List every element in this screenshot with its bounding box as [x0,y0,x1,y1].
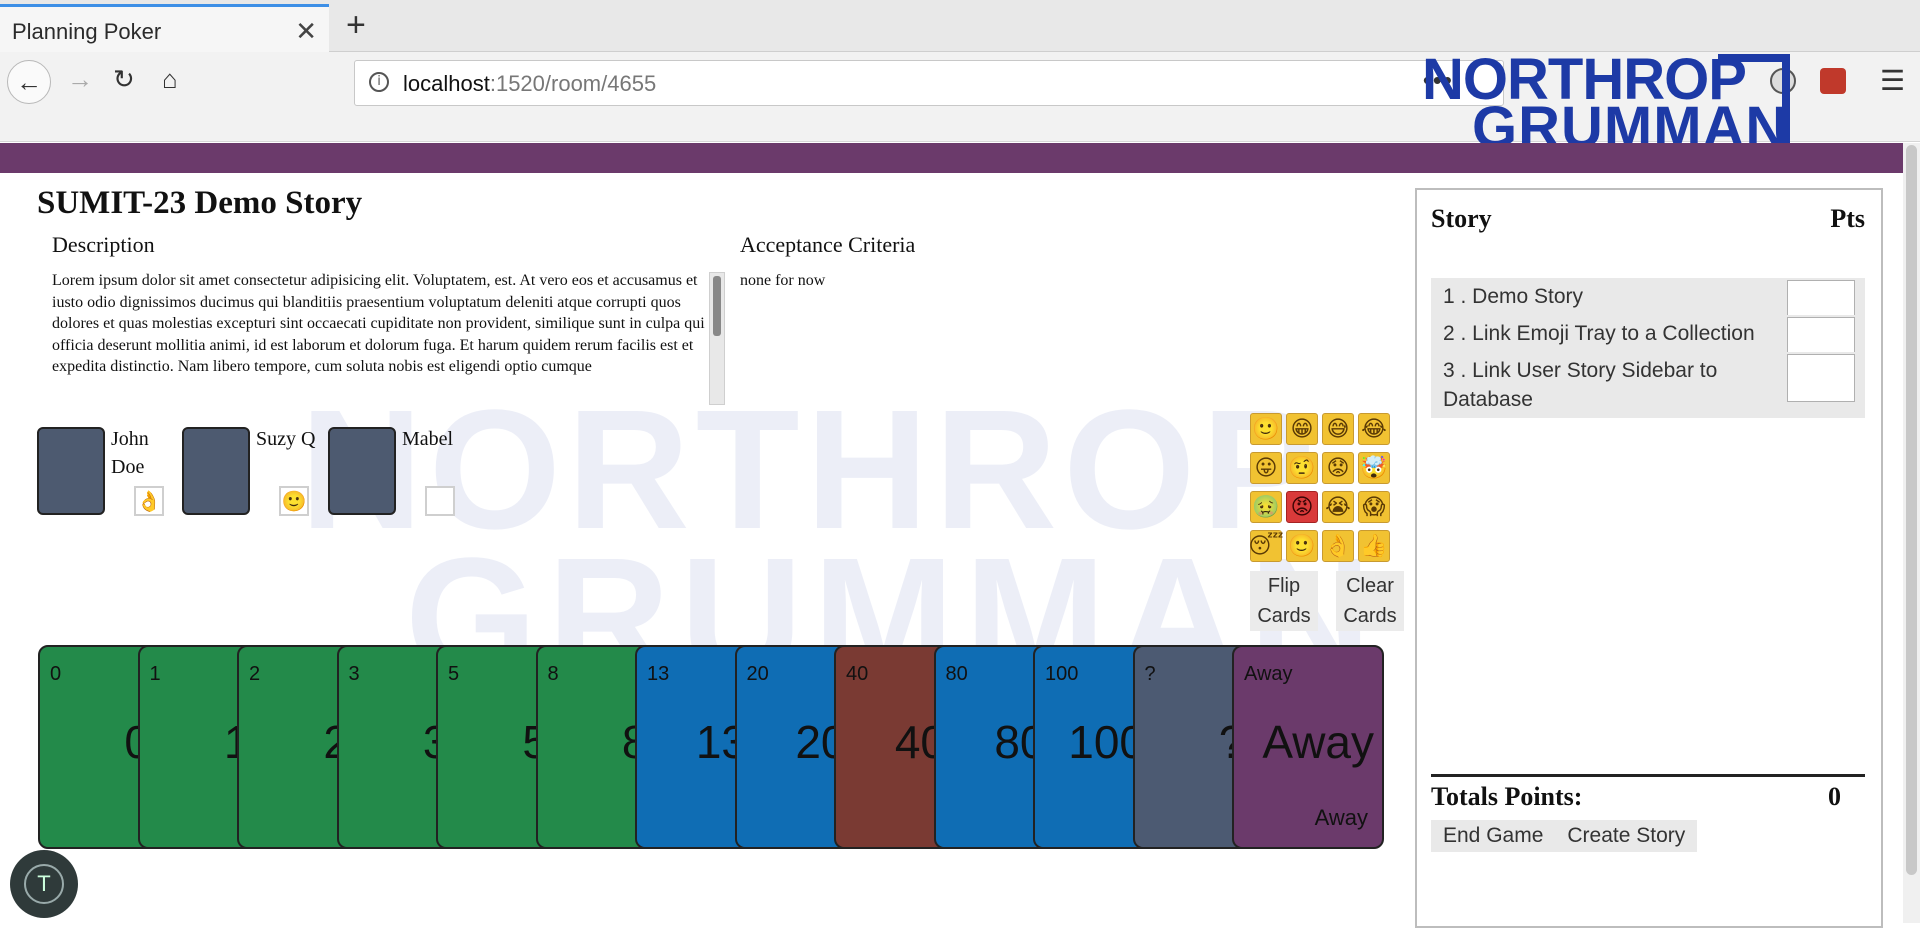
sidebar-pts-heading: Pts [1830,204,1865,233]
description-scrollbar[interactable] [709,272,725,405]
card-value: Away [1262,716,1374,768]
clear-cards-button[interactable]: Clear Cards [1336,571,1404,631]
app-header-bar [0,143,1920,173]
player-seat: Mabel [328,427,468,527]
card-corner-label: 1 [149,663,161,685]
url-host: localhost [403,71,490,96]
card-corner-label: 40 [846,663,869,685]
story-list-item[interactable]: 3 . Link User Story Sidebar to Database [1431,352,1865,418]
card-corner-label: 80 [945,663,968,685]
reload-icon[interactable]: ↻ [113,64,135,95]
sob-emoji-icon[interactable]: 😭 [1322,491,1354,523]
card-corner-label: 5 [448,663,460,685]
card-corner-label: 3 [348,663,360,685]
flip-cards-button[interactable]: Flip Cards [1250,571,1318,631]
story-sidebar: Story Pts 1 . Demo Story 2 . Link Emoji … [1415,188,1883,928]
raised-eyebrow-emoji-icon[interactable]: 🤨 [1286,452,1318,484]
card-corner-label: 13 [647,663,670,685]
card-corner-label: Away [1244,663,1293,685]
card-corner-label: 100 [1045,663,1079,685]
page-scrollbar[interactable] [1903,143,1920,923]
menu-icon[interactable]: ☰ [1880,64,1905,97]
browser-tab-bar: Planning Poker ✕ + [0,0,1920,52]
url-text[interactable]: localhost:1520/room/4655 [403,71,656,97]
northrop-grumman-logo: NORTHROP GRUMMAN [1418,50,1790,158]
worried-emoji-icon[interactable]: 😟 [1322,452,1354,484]
card-corner-label: 0 [50,663,62,685]
player-name: Mabel [402,428,454,450]
ok-hand-icon: 👌 [134,486,164,516]
player-name: Suzy Q [256,428,316,450]
back-arrow-icon[interactable]: ← [7,60,51,104]
sleeping-emoji-icon[interactable]: 😴 [1248,530,1284,562]
card-corner-label: ? [1144,663,1156,685]
card-corner-label: 8 [547,663,559,685]
description-scroll-thumb[interactable] [713,276,721,336]
story-label: 2 . Link Emoji Tray to a Collection [1443,322,1755,345]
scrollbar-thumb[interactable] [1906,145,1917,875]
sidebar-actions: End Game Create Story [1431,820,1698,852]
sidebar-story-heading: Story [1431,204,1492,233]
emoji-tray: 🙂 😁 😅 😂 😛 🤨 😟 🤯 🤢 😡 😭 😱 😴 🙂 👌 👍 [1248,413,1394,567]
end-game-button[interactable]: End Game [1431,820,1555,852]
story-list: 1 . Demo Story 2 . Link Emoji Tray to a … [1431,278,1865,418]
exploding-head-emoji-icon[interactable]: 🤯 [1358,452,1390,484]
logo-bar-top [1718,54,1790,62]
story-label: 1 . Demo Story [1443,285,1584,308]
player-card [37,427,105,515]
new-tab-icon[interactable]: + [346,6,366,45]
extension-icon[interactable] [1820,68,1846,94]
home-icon[interactable]: ⌂ [162,64,178,95]
info-icon[interactable]: i [369,72,389,92]
sweat-smile-emoji-icon[interactable]: 😅 [1322,413,1354,445]
description-heading: Description [52,232,155,257]
card-bottom-label: Away [1314,805,1368,830]
logo-bar-vertical [1782,54,1790,150]
smile-icon: 🙂 [279,486,309,516]
player-name: John Doe [111,428,149,478]
story-list-item[interactable]: 1 . Demo Story [1431,278,1865,328]
angry-emoji-icon[interactable]: 😡 [1286,491,1318,523]
player-card [182,427,250,515]
grin-emoji-icon[interactable]: 😁 [1286,413,1318,445]
url-path: :1520/room/4655 [489,71,657,96]
forward-arrow-icon[interactable]: → [67,64,93,95]
tab-title: Planning Poker [12,19,162,44]
player-seat: Suzy Q 🙂 [182,427,322,527]
acceptance-text: none for now [740,272,826,289]
story-points-input[interactable] [1787,354,1855,402]
player-card [328,427,396,515]
fab-t-icon: T [24,864,64,904]
ok-hand-emoji-icon[interactable]: 👌 [1322,530,1354,562]
story-label: 3 . Link User Story Sidebar to Database [1443,359,1718,411]
address-bar[interactable]: i localhost:1520/room/4655 ••• [354,60,1504,106]
total-points-value: 0 [1828,782,1841,811]
story-list-item[interactable]: 2 . Link Emoji Tray to a Collection [1431,315,1865,365]
vote-card-away[interactable]: Away Away Away [1232,645,1384,849]
tab-close-icon[interactable]: ✕ [295,16,317,47]
player-seat: John Doe 👌 [37,427,177,527]
slight-smile-emoji-icon[interactable]: 🙂 [1250,413,1282,445]
card-corner-label: 20 [746,663,769,685]
description-text: Lorem ipsum dolor sit amet consectetur a… [52,272,705,375]
empty-emoji-slot [425,486,455,516]
total-points-label: Totals Points: [1431,782,1583,811]
tongue-emoji-icon[interactable]: 😛 [1250,452,1282,484]
acceptance-heading: Acceptance Criteria [740,232,916,257]
story-title: SUMIT-23 Demo Story [37,185,363,221]
joy-emoji-icon[interactable]: 😂 [1358,413,1390,445]
sidebar-divider [1431,774,1865,777]
scream-emoji-icon[interactable]: 😱 [1358,491,1390,523]
nauseated-emoji-icon[interactable]: 🤢 [1250,491,1282,523]
thumbs-up-emoji-icon[interactable]: 👍 [1358,530,1390,562]
browser-tab-active[interactable]: Planning Poker ✕ [0,4,329,52]
floating-action-button[interactable]: T [10,850,78,918]
neutral-smile-emoji-icon[interactable]: 🙂 [1286,530,1318,562]
card-corner-label: 2 [249,663,261,685]
create-story-button[interactable]: Create Story [1555,820,1697,852]
